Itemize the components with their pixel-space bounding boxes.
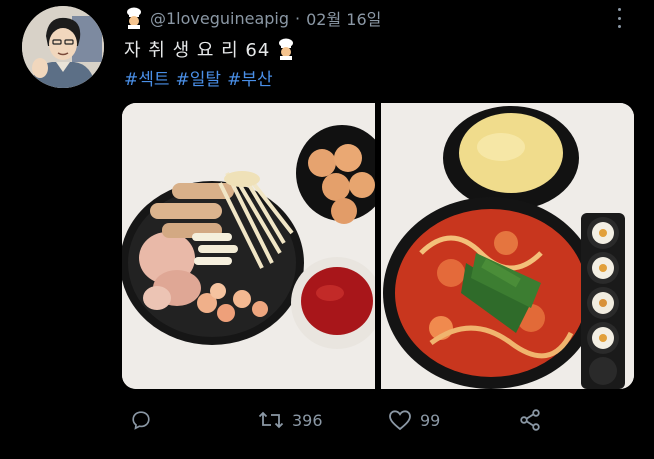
hashtag-link[interactable]: #일탈 — [176, 65, 222, 90]
share-button[interactable] — [518, 402, 542, 438]
more-options-icon[interactable] — [612, 8, 626, 28]
photo-cooked-dish[interactable] — [381, 103, 634, 389]
reply-icon — [132, 411, 150, 430]
tweet-media — [122, 103, 634, 389]
retweet-button[interactable]: 396 — [258, 402, 323, 438]
like-button[interactable]: 99 — [388, 402, 440, 438]
user-handle[interactable]: @1loveguineapig — [150, 9, 289, 28]
tweet-actions: 396 99 — [0, 402, 654, 442]
chef-emoji-icon — [124, 7, 144, 29]
tweet-date[interactable]: 02월 16일 — [306, 6, 381, 30]
avatar[interactable] — [22, 6, 104, 88]
tweet: @1loveguineapig · 02월 16일 자 취 생 요 리 64 #… — [0, 0, 654, 459]
chef-emoji-icon — [276, 38, 296, 60]
retweet-count: 396 — [292, 410, 323, 430]
like-count: 99 — [420, 410, 441, 430]
hashtag-link[interactable]: #섹트 — [124, 65, 170, 90]
tweet-text: 자 취 생 요 리 64 — [124, 36, 302, 62]
heart-icon — [389, 410, 411, 431]
reply-button[interactable] — [130, 402, 152, 438]
avatar-illustration — [22, 6, 104, 88]
separator: · — [295, 8, 301, 28]
tweet-title: 자 취 생 요 리 64 — [124, 40, 271, 61]
tweet-header: @1loveguineapig · 02월 16일 — [124, 6, 381, 30]
photo-ingredients[interactable] — [122, 103, 388, 389]
share-icon — [520, 409, 540, 431]
retweet-icon — [258, 411, 284, 429]
hashtag-link[interactable]: #부산 — [227, 65, 273, 90]
hashtags: #섹트 #일탈 #부산 — [124, 65, 273, 90]
